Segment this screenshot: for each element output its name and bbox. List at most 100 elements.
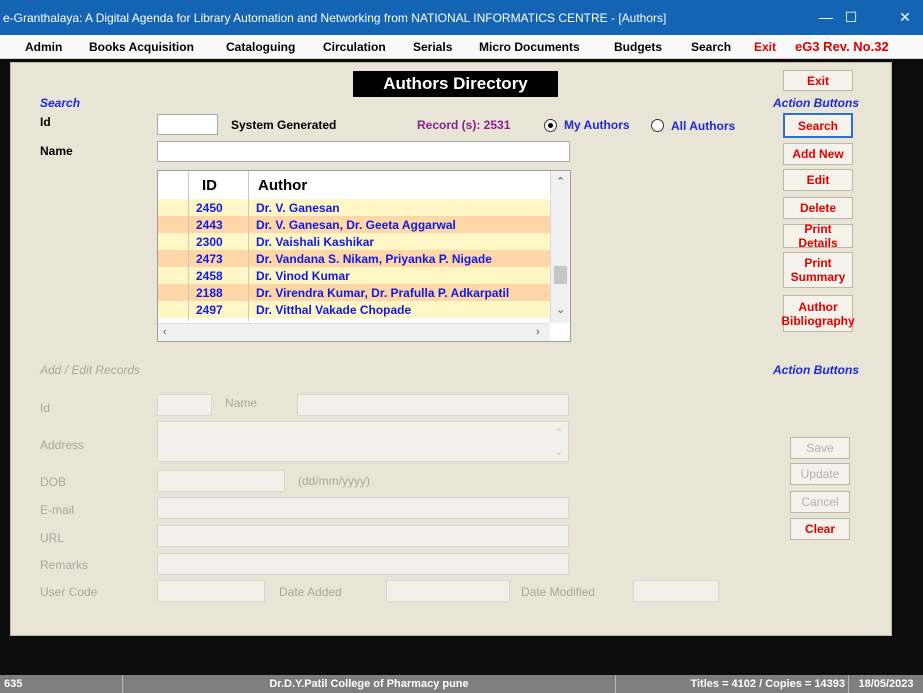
author-id-cell: 2300 [196, 235, 223, 249]
grid-column-divider [248, 171, 249, 321]
table-row[interactable]: 2450 Dr. V. Ganesan [158, 199, 550, 216]
close-button[interactable]: ✕ [895, 8, 915, 26]
grid-vertical-scrollbar[interactable]: ⌃ ⌄ [550, 171, 570, 323]
action-buttons-heading: Action Buttons [773, 96, 859, 110]
menu-admin[interactable]: Admin [25, 40, 62, 54]
dob-label: DOB [40, 475, 67, 489]
all-authors-label[interactable]: All Authors [671, 119, 735, 133]
address-textarea[interactable]: ⌃ ⌄ [157, 421, 569, 462]
email-label: E-mail [40, 503, 75, 517]
my-authors-label[interactable]: My Authors [564, 118, 630, 132]
status-title-counts: Titles = 4102 / Copies = 14393 [616, 675, 849, 693]
date-added-input[interactable] [386, 580, 510, 602]
author-name-cell: Dr. Vandana S. Nikam, Priyanka P. Nigade [256, 252, 492, 266]
table-row[interactable]: 2188 Dr. Virendra Kumar, Dr. Prafulla P. … [158, 284, 550, 301]
print-summary-button[interactable]: Print Summary [783, 252, 853, 288]
table-row[interactable]: 2497 Dr. Vitthal Vakade Chopade [158, 301, 550, 318]
email-input[interactable] [157, 497, 569, 519]
date-added-label: Date Added [279, 585, 342, 599]
dob-input[interactable] [157, 470, 285, 492]
user-code-label: User Code [40, 585, 98, 599]
minimize-button[interactable]: — [816, 8, 836, 26]
status-date: 18/05/2023 [858, 678, 914, 690]
author-id-cell: 2458 [196, 269, 223, 283]
table-row[interactable]: 2443 Dr. V. Ganesan, Dr. Geeta Aggarwal [158, 216, 550, 233]
save-button[interactable]: Save [790, 437, 850, 459]
menu-serials[interactable]: Serials [413, 40, 452, 54]
scrollbar-thumb[interactable] [554, 266, 567, 284]
edit-name-input[interactable] [297, 394, 569, 416]
author-id-cell: 2450 [196, 201, 223, 215]
print-details-button[interactable]: Print Details [783, 222, 853, 250]
author-name-cell: Dr. Vinod Kumar [256, 269, 350, 283]
author-name-cell: Dr. Vitthal Vakade Chopade [256, 303, 412, 317]
edit-id-input[interactable] [157, 394, 212, 416]
chevron-up-icon: ⌃ [554, 427, 564, 439]
remarks-label: Remarks [40, 558, 89, 572]
scroll-right-icon[interactable]: › [536, 326, 540, 338]
author-name-cell: Dr. V. Ganesan, Dr. Geeta Aggarwal [256, 218, 456, 232]
add-new-button[interactable]: Add New [783, 143, 853, 165]
edit-section-heading: Add / Edit Records [40, 363, 141, 377]
table-row[interactable]: 2458 Dr. Vinod Kumar [158, 267, 550, 284]
date-modified-label: Date Modified [521, 585, 596, 599]
url-label: URL [40, 531, 65, 545]
scroll-down-icon[interactable]: ⌄ [556, 303, 565, 316]
table-row[interactable]: 2300 Dr. Vaishali Kashikar [158, 233, 550, 250]
window-title: e-Granthalaya: A Digital Agenda for Libr… [3, 11, 667, 25]
url-input[interactable] [157, 525, 569, 547]
status-record-number: 635 [0, 675, 123, 693]
search-button[interactable]: Search [783, 113, 853, 138]
edit-id-label: Id [40, 401, 51, 415]
name-label: Name [40, 144, 73, 158]
table-row[interactable]: 2473 Dr. Vandana S. Nikam, Priyanka P. Ni… [158, 250, 550, 267]
delete-button[interactable]: Delete [783, 197, 853, 219]
column-header-author[interactable]: Author [258, 177, 307, 194]
grid-horizontal-scrollbar[interactable]: ‹ › [158, 323, 550, 341]
edit-button[interactable]: Edit [783, 169, 853, 191]
menu-budgets[interactable]: Budgets [614, 40, 662, 54]
search-heading: Search [40, 96, 81, 110]
id-search-input[interactable] [157, 114, 218, 135]
name-search-input[interactable] [157, 141, 570, 162]
menu-bar: Admin Books Acquisition Cataloguing Circ… [0, 35, 923, 59]
scroll-up-icon[interactable]: ⌃ [556, 175, 565, 188]
authors-grid[interactable]: ID Author 2450 Dr. V. Ganesan 2443 Dr. V. G… [157, 170, 571, 342]
clear-button[interactable]: Clear [790, 518, 850, 540]
date-modified-input[interactable] [633, 580, 719, 602]
authors-form: Authors Directory Search Id System Gener… [10, 62, 892, 636]
menu-exit[interactable]: Exit [754, 40, 776, 54]
dob-format-hint: (dd/mm/yyyy) [298, 474, 370, 488]
author-id-cell: 2443 [196, 218, 223, 232]
grid-column-divider [188, 171, 189, 321]
remarks-input[interactable] [157, 553, 569, 575]
menu-search[interactable]: Search [691, 40, 731, 54]
my-authors-radio[interactable] [544, 119, 557, 132]
title-bar: e-Granthalaya: A Digital Agenda for Libr… [0, 0, 923, 35]
maximize-button[interactable]: ☐ [841, 8, 861, 26]
menu-cataloguing[interactable]: Cataloguing [226, 40, 295, 54]
scroll-left-icon[interactable]: ‹ [163, 326, 167, 338]
status-bar: 635 Dr.D.Y.Patil College of Pharmacy pun… [0, 675, 923, 693]
id-label: Id [40, 115, 51, 129]
exit-button[interactable]: Exit [783, 70, 853, 91]
update-button[interactable]: Update [790, 463, 850, 485]
author-bibliography-button[interactable]: Author Bibliography [781, 295, 855, 332]
cancel-button[interactable]: Cancel [790, 491, 850, 513]
menu-circulation[interactable]: Circulation [323, 40, 386, 54]
author-name-cell: Dr. Virendra Kumar, Dr. Prafulla P. Adka… [256, 286, 510, 300]
menu-micro-documents[interactable]: Micro Documents [479, 40, 580, 54]
grid-header: ID Author [158, 171, 550, 199]
author-id-cell: 2188 [196, 286, 223, 300]
menu-books-acquisition[interactable]: Books Acquisition [89, 40, 194, 54]
page-title: Authors Directory [353, 71, 558, 97]
author-name-cell: Dr. V. Ganesan [256, 201, 340, 215]
all-authors-radio[interactable] [651, 119, 664, 132]
system-generated-label: System Generated [231, 118, 337, 132]
column-header-id[interactable]: ID [202, 177, 217, 194]
action-buttons-heading-bottom: Action Buttons [773, 363, 859, 377]
address-label: Address [40, 438, 85, 452]
user-code-input[interactable] [157, 580, 265, 602]
author-id-cell: 2497 [196, 303, 223, 317]
status-college-name: Dr.D.Y.Patil College of Pharmacy pune [123, 675, 616, 693]
